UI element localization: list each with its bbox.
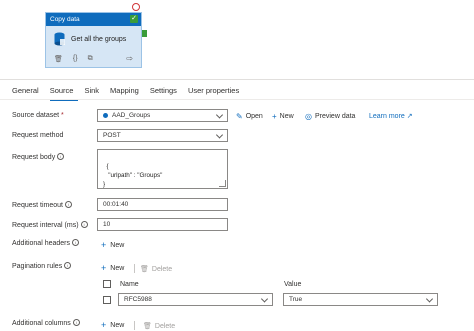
request-interval-input[interactable]: 10 — [97, 218, 228, 231]
activity-type-label: Copy data — [50, 16, 80, 23]
delete-icon[interactable]: 🗑 — [54, 55, 63, 63]
chevron-down-icon — [425, 294, 434, 303]
info-icon: i — [57, 153, 65, 160]
open-button[interactable]: ✎ Open — [236, 112, 263, 121]
delete-column-button[interactable]: 🗑 Delete — [143, 322, 175, 331]
select-all-checkbox[interactable] — [103, 280, 111, 288]
add-pagination-rule-button[interactable]: + New — [101, 263, 124, 273]
source-dataset-label: Source dataset * — [12, 112, 64, 119]
column-header-value: Value — [284, 281, 302, 288]
clone-icon[interactable]: ⧉ — [88, 55, 93, 63]
preview-icon: ◎ — [305, 112, 312, 121]
column-header-name: Name — [120, 281, 139, 288]
delete-icon: 🗑 — [140, 266, 149, 273]
pagination-rules-label: Pagination rules i — [12, 262, 72, 270]
pagination-name-select[interactable]: RFC5988 — [118, 293, 273, 306]
toolbar-separator — [134, 321, 135, 330]
plus-icon: + — [101, 263, 107, 273]
request-body-label: Request body i — [12, 153, 65, 161]
request-timeout-value: 00:01:40 — [103, 201, 129, 208]
add-column-button[interactable]: + New — [101, 320, 124, 330]
external-link-icon: ↗ — [406, 113, 413, 120]
learn-more-link[interactable]: Learn more ↗ — [369, 112, 413, 120]
pagination-value-value: True — [289, 296, 303, 303]
new-dataset-button[interactable]: + New — [272, 112, 294, 121]
pencil-icon: ✎ — [236, 112, 243, 121]
chevron-down-icon — [215, 110, 224, 119]
request-interval-label: Request interval (ms) i — [12, 221, 88, 229]
add-header-button[interactable]: + New — [101, 240, 124, 250]
info-icon: i — [80, 221, 88, 228]
success-check-icon: ✓ — [130, 15, 138, 23]
delete-icon: 🗑 — [143, 323, 152, 330]
source-dataset-select[interactable]: AAD_Groups — [97, 109, 228, 122]
resize-handle-icon[interactable] — [219, 180, 226, 187]
toolbar-separator — [134, 264, 135, 273]
pipeline-canvas[interactable]: Copy data ✓ Get all the groups 🗑 {} ⧉ ⇨ — [0, 0, 474, 80]
source-dataset-value: AAD_Groups — [112, 112, 151, 119]
activity-name: Get all the groups — [71, 35, 127, 43]
request-timeout-input[interactable]: 00:01:40 — [97, 198, 228, 211]
plus-icon: + — [101, 320, 107, 330]
tabs-underline — [0, 99, 474, 100]
failure-port-icon[interactable] — [132, 3, 140, 11]
info-icon: i — [72, 319, 80, 326]
request-method-label: Request method — [12, 132, 64, 139]
delete-pagination-rule-button[interactable]: 🗑 Delete — [140, 265, 172, 274]
chevron-down-icon — [260, 294, 269, 303]
request-method-value: POST — [103, 132, 121, 139]
preview-data-button[interactable]: ◎ Preview data — [305, 112, 355, 121]
code-icon[interactable]: {} — [73, 55, 78, 63]
request-body-textarea[interactable]: { "urlpath" : "Groups" } — [97, 149, 228, 189]
dataset-icon — [103, 113, 108, 118]
copy-data-activity[interactable]: Copy data ✓ Get all the groups 🗑 {} ⧉ ⇨ — [45, 12, 142, 68]
request-body-value: { "urlpath" : "Groups" } — [103, 163, 163, 188]
request-interval-value: 10 — [103, 221, 111, 228]
activity-header: Copy data ✓ — [46, 13, 141, 26]
run-arrow-icon[interactable]: ⇨ — [126, 54, 133, 63]
info-icon: i — [72, 239, 79, 246]
pagination-name-value: RFC5988 — [124, 296, 152, 303]
canvas-divider — [0, 79, 474, 80]
request-timeout-label: Request timeout i — [12, 201, 72, 209]
plus-icon: + — [272, 112, 277, 121]
additional-columns-label: Additional columns i — [12, 319, 80, 327]
chevron-down-icon — [215, 130, 224, 139]
success-port[interactable] — [142, 30, 147, 37]
info-icon: i — [64, 201, 72, 208]
pagination-value-select[interactable]: True — [283, 293, 438, 306]
copy-data-icon — [54, 32, 65, 46]
row-checkbox[interactable] — [103, 296, 111, 304]
additional-headers-label: Additional headers i — [12, 239, 79, 247]
info-icon: i — [64, 262, 72, 269]
plus-icon: + — [101, 240, 107, 250]
request-method-select[interactable]: POST — [97, 129, 228, 142]
